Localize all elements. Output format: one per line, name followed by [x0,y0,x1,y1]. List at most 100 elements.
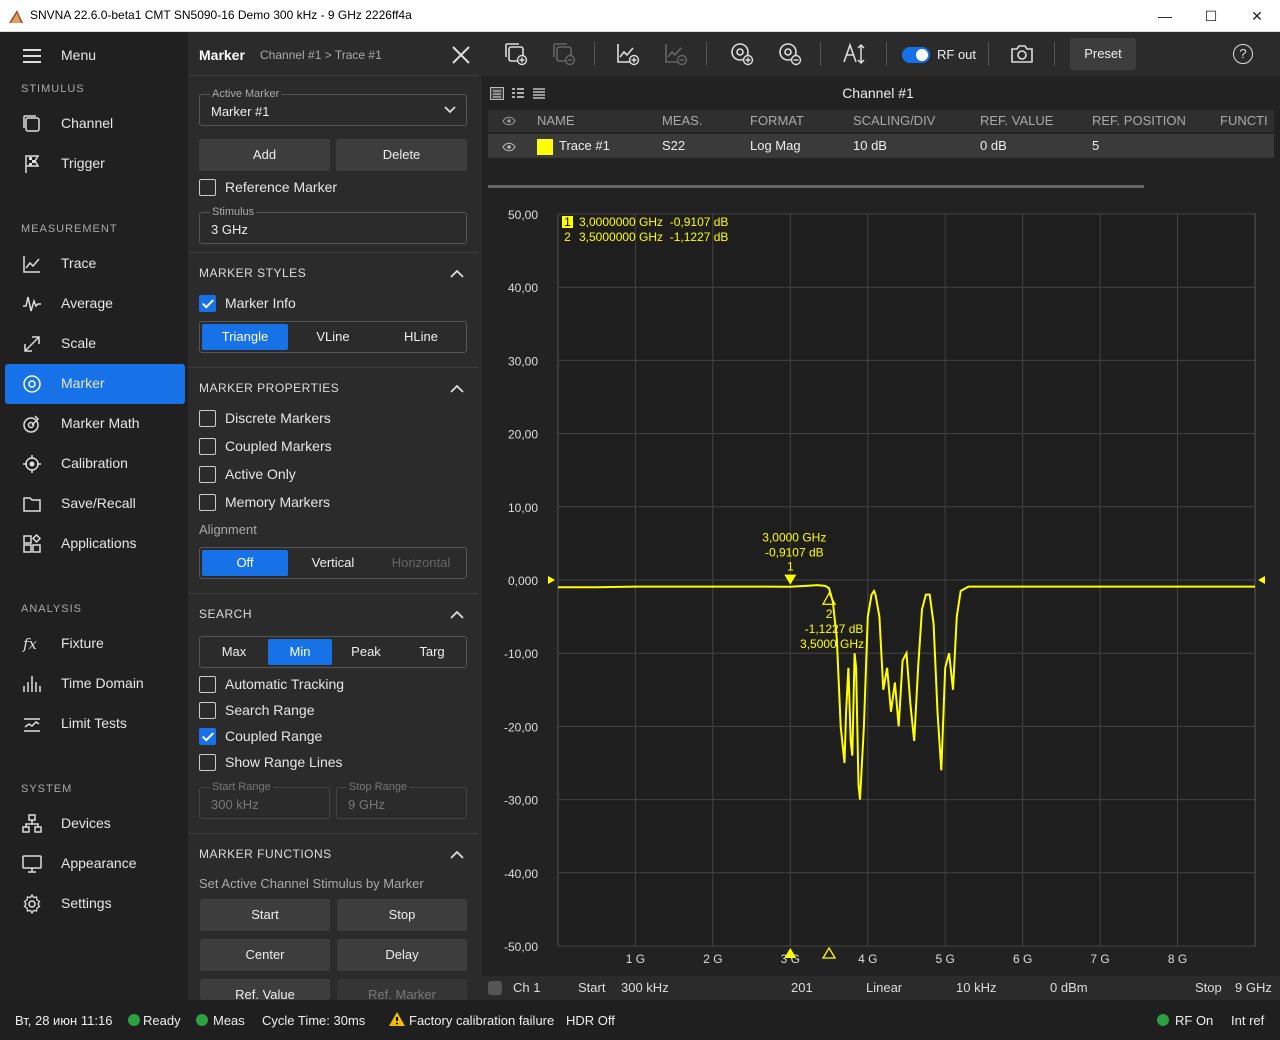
trace-name: Trace #1 [559,138,610,153]
sidebar-item-save-recall[interactable]: Save/Recall [5,484,185,524]
sidebar-label-settings: Settings [61,895,112,911]
maximize-button[interactable]: ☐ [1188,0,1234,32]
start-range-field: Start Range 300 kHz [199,781,330,819]
search-header[interactable]: SEARCH [199,607,252,621]
sidebar-item-calibration[interactable]: Calibration [5,444,185,484]
add-trace-icon[interactable] [616,42,640,66]
search-peak[interactable]: Peak [334,639,398,665]
sidebar-item-channel[interactable]: Channel [5,104,185,144]
stimulus-field[interactable]: Stimulus 3 GHz [199,206,467,244]
chevron-up-icon[interactable] [450,850,464,860]
menu-button[interactable]: Menu [5,36,185,76]
checkbox-label: Active Only [225,466,296,482]
search-min[interactable]: Min [268,639,332,665]
marker-readout: 3,0000000 GHz -0,9107 dB [579,215,728,229]
chevron-up-icon[interactable] [450,610,464,620]
start-value[interactable]: 300 kHz [621,980,669,995]
sidebar-label-calibration: Calibration [61,455,128,471]
toolbar-divider [820,42,821,66]
sidebar: Menu STIMULUS Channel Trigger MEASUREMEN… [0,32,188,1000]
table-scrollbar[interactable] [488,185,1144,188]
remove-trace-icon [665,44,688,66]
x-tick-label: 2 G [703,952,722,966]
eye-icon[interactable] [502,142,516,152]
add-marker-icon[interactable] [730,42,754,66]
alignment-off[interactable]: Off [202,550,288,576]
sidebar-item-devices[interactable]: Devices [5,804,185,844]
checkbox-label: Discrete Markers [225,410,331,426]
time-domain-icon [23,676,41,692]
checkbox-label: Coupled Range [225,728,323,744]
style-hline[interactable]: HLine [378,324,464,350]
y-tick-label: 0,000 [508,574,538,588]
sidebar-item-appearance[interactable]: Appearance [5,844,185,884]
marker-styles-header[interactable]: MARKER STYLES [199,266,306,280]
rf-out-toggle[interactable] [902,47,930,63]
points-value[interactable]: 201 [791,980,813,995]
marker-functions-header[interactable]: MARKER FUNCTIONS [199,847,332,861]
sidebar-item-trace[interactable]: Trace [5,244,185,284]
sidebar-item-marker-math[interactable]: Marker Math [5,404,185,444]
add-marker-button[interactable]: Add [199,139,330,171]
active-marker-select[interactable]: Active Marker Marker #1 [199,88,467,126]
delay-button[interactable]: Delay [337,939,467,971]
checkbox-box [199,728,216,745]
close-window-button[interactable]: ✕ [1234,0,1280,32]
chevron-up-icon[interactable] [450,269,464,279]
sidebar-item-trigger[interactable]: Trigger [5,144,185,184]
camera-icon[interactable] [1010,42,1034,66]
sidebar-item-average[interactable]: Average [5,284,185,324]
help-icon[interactable]: ? [1233,44,1253,64]
center-button[interactable]: Center [200,939,330,971]
marker-2-axis-triangle [821,946,837,959]
svg-text:fx: fx [22,635,38,653]
y-tick-label: 40,00 [508,281,538,295]
checkbox-box [199,410,216,427]
ref-level-arrow-left [548,576,555,584]
chevron-up-icon[interactable] [450,384,464,394]
sidebar-item-limit-tests[interactable]: Limit Tests [5,704,185,744]
trace-scaling: 10 dB [853,138,887,153]
sidebar-item-applications[interactable]: Applications [5,524,185,564]
y-tick-label: -10,00 [504,647,538,661]
col-name: NAME [537,113,575,128]
checkbox-box [199,754,216,771]
add-channel-icon[interactable] [504,42,528,66]
style-triangle[interactable]: Triangle [202,324,288,350]
sidebar-label-marker-math: Marker Math [61,415,140,431]
checkbox-box [199,179,216,196]
monitor-icon [22,855,42,873]
power-value[interactable]: 0 dBm [1050,980,1088,995]
channel-label[interactable]: Ch 1 [513,980,540,995]
marker-properties-header[interactable]: MARKER PROPERTIES [199,381,339,395]
ref-value-button[interactable]: Ref. Value [200,979,330,1000]
search-target[interactable]: Targ [400,639,464,665]
delete-marker-button[interactable]: Delete [336,139,467,171]
autoscale-icon[interactable] [842,42,866,66]
sweep-type[interactable]: Linear [866,980,902,995]
search-selector: Max Min Peak Targ [199,636,467,668]
channel-window: Channel #1 NAME MEAS. FORMAT SCALING/DIV… [482,76,1280,1000]
trace-ref-value: 0 dB [980,138,1007,153]
sidebar-item-settings[interactable]: Settings [5,884,185,924]
sidebar-item-scale[interactable]: Scale [5,324,185,364]
start-button[interactable]: Start [200,899,330,931]
alignment-vertical[interactable]: Vertical [290,550,376,576]
ifbw-value[interactable]: 10 kHz [956,980,996,995]
calibration-warning[interactable]: Factory calibration failure [409,1013,554,1028]
toolbar-divider [594,42,595,66]
divider [188,75,478,76]
close-icon[interactable] [450,44,472,66]
sidebar-item-time-domain[interactable]: Time Domain [5,664,185,704]
sidebar-item-fixture[interactable]: fx Fixture [5,624,185,664]
style-vline[interactable]: VLine [290,324,376,350]
trace-chart[interactable]: 50,00 40,00 30,00 20,00 10,00 0,000 -10,00 -20,… [482,198,1280,976]
stop-button[interactable]: Stop [337,899,467,931]
minimize-button[interactable]: — [1142,0,1188,32]
stop-value[interactable]: 9 GHz [1235,980,1272,995]
remove-marker-icon[interactable] [778,42,802,66]
start-label: Start [578,980,606,995]
preset-button[interactable]: Preset [1070,38,1136,70]
search-max[interactable]: Max [202,639,266,665]
sidebar-item-marker[interactable]: Marker [5,364,185,404]
